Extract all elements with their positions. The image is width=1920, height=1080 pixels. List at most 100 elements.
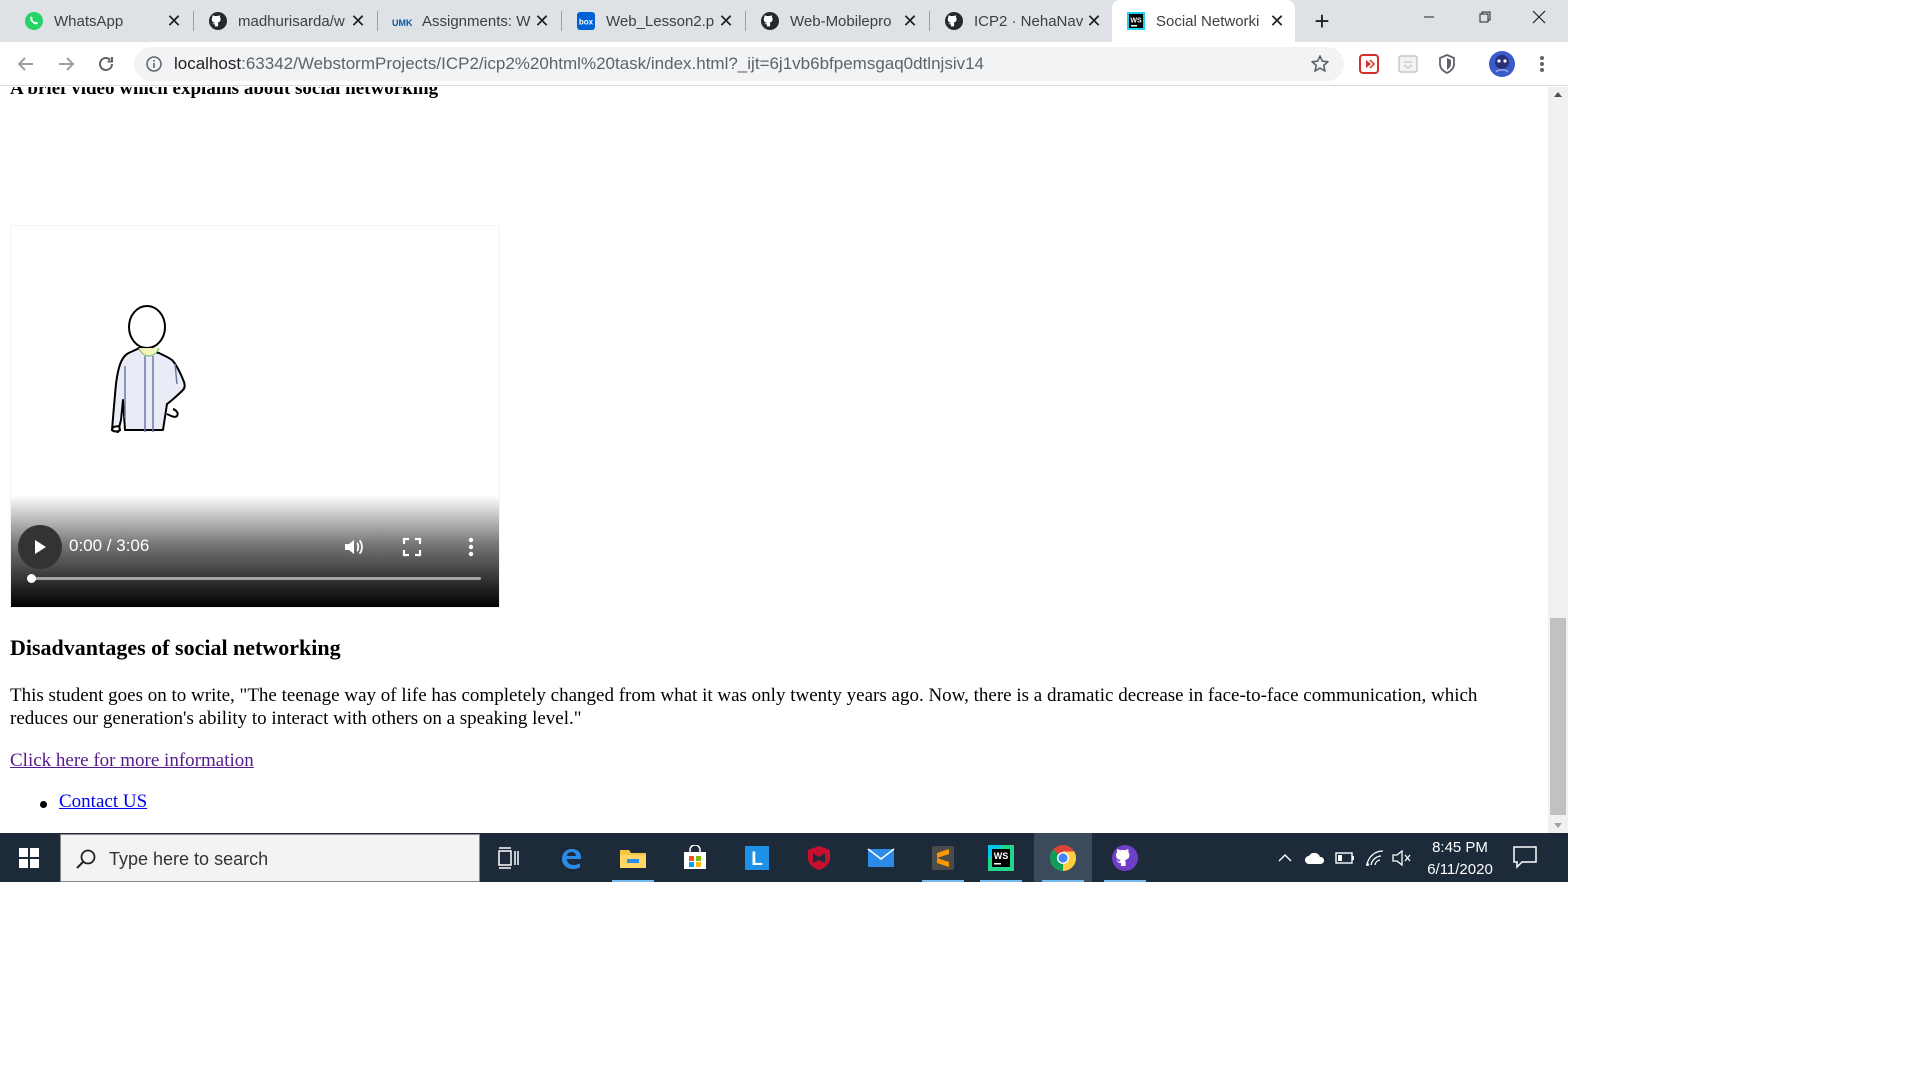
browser-toolbar: localhost:63342/WebstormProjects/ICP2/ic… (0, 42, 1568, 86)
tab-title: Social Networki (1156, 12, 1260, 30)
taskbar-clock[interactable]: 8:45 PM 6/11/2020 (1416, 837, 1504, 881)
reload-icon (99, 57, 113, 71)
more-information-link[interactable]: Click here for more information (10, 750, 254, 772)
contact-us-link[interactable]: Contact US (59, 791, 147, 813)
fullscreen-icon[interactable] (402, 537, 422, 557)
clock-time: 8:45 PM (1432, 839, 1488, 856)
tab-title: Web-Mobilepro (790, 12, 892, 30)
minimize-button[interactable] (1402, 0, 1456, 34)
url-host: localhost (174, 54, 242, 73)
taskbar-mcafee[interactable] (790, 833, 848, 882)
task-view-button[interactable] (480, 833, 538, 882)
tray-overflow-button[interactable] (1274, 833, 1296, 882)
play-button[interactable] (18, 525, 62, 569)
chrome-menu-button[interactable] (1530, 52, 1554, 76)
taskbar-chrome[interactable] (1034, 833, 1092, 882)
close-icon[interactable]: ✕ (164, 11, 184, 31)
new-tab-button[interactable]: + (1308, 8, 1336, 36)
tab-whatsapp[interactable]: WhatsApp ✕ (10, 0, 192, 42)
tab-assignments[interactable]: UMKC Assignments: W ✕ (378, 0, 560, 42)
tab-web-mobilepro[interactable]: Web-Mobilepro ✕ (746, 0, 928, 42)
close-icon[interactable]: ✕ (532, 11, 552, 31)
webstorm-icon: WS (988, 844, 1014, 871)
disadvantages-heading: Disadvantages of social networking (10, 635, 341, 660)
reload-button[interactable] (92, 50, 120, 78)
taskbar-store[interactable] (666, 833, 724, 882)
url-text[interactable]: localhost:63342/WebstormProjects/ICP2/ic… (174, 54, 984, 74)
video-time: 0:00 / 3:06 (69, 536, 150, 555)
taskbar-edge[interactable] (542, 833, 600, 882)
battery-icon (1335, 851, 1354, 864)
close-icon[interactable]: ✕ (1084, 11, 1104, 31)
extension-record-icon[interactable] (1357, 52, 1381, 76)
tray-battery[interactable] (1332, 833, 1358, 882)
notification-icon[interactable] (1512, 845, 1538, 869)
volume-icon[interactable] (343, 536, 365, 558)
forward-button[interactable] (52, 50, 80, 78)
taskbar-l-app[interactable]: L (728, 833, 786, 882)
tab-icp2[interactable]: ICP2 · NehaNav ✕ (930, 0, 1112, 42)
taskbar-mail[interactable] (852, 833, 910, 882)
tray-onedrive[interactable] (1302, 833, 1328, 882)
restore-button[interactable] (1458, 0, 1512, 34)
chrome-icon (1049, 844, 1077, 871)
extension-shield-icon[interactable] (1435, 52, 1459, 76)
mail-icon (867, 847, 895, 867)
whatsapp-icon (24, 11, 44, 31)
tab-social-networking[interactable]: WS Social Networki ✕ (1112, 0, 1295, 42)
video-player[interactable]: 0:00 / 3:06 (10, 225, 500, 608)
page-scrollbar[interactable] (1548, 87, 1568, 833)
url-path: :63342/WebstormProjects/ICP2/icp2%20html… (241, 54, 985, 73)
page-viewport: A brief video which explains about socia… (0, 87, 1548, 833)
tab-title: Web_Lesson2.p (606, 12, 715, 30)
restore-icon (1479, 11, 1491, 23)
star-icon[interactable] (1310, 54, 1330, 74)
windows-icon (19, 847, 39, 868)
github-icon (944, 11, 964, 31)
tab-strip: WhatsApp ✕ madhurisarda/w ✕ UMKC Assignm… (0, 0, 1568, 42)
extension-box-icon[interactable] (1396, 52, 1420, 76)
taskbar-github-desktop[interactable] (1096, 833, 1154, 882)
video-controls: 0:00 / 3:06 (11, 495, 499, 607)
back-button[interactable] (12, 50, 40, 78)
close-window-button[interactable] (1512, 0, 1566, 34)
webstorm-icon: WS (1126, 11, 1146, 31)
close-icon[interactable]: ✕ (716, 11, 736, 31)
video-progress-knob[interactable] (27, 574, 36, 583)
video-poster-figure (110, 305, 186, 433)
webstorm-logo-text: WS (1130, 18, 1142, 25)
umkc-icon: UMKC (392, 11, 412, 31)
github-icon (208, 11, 228, 31)
l-app-label: L (751, 849, 763, 870)
info-icon[interactable] (146, 56, 162, 72)
close-icon[interactable]: ✕ (1267, 11, 1287, 31)
tab-web-lesson2[interactable]: box Web_Lesson2.p ✕ (562, 0, 744, 42)
close-icon[interactable]: ✕ (348, 11, 368, 31)
tab-title: ICP2 · NehaNav (974, 12, 1084, 30)
folder-icon (620, 849, 646, 868)
store-icon (684, 844, 706, 869)
l-app-icon: L (745, 845, 769, 870)
windows-taskbar: Type here to search L WS 8:45 PM 6/11/20… (0, 833, 1568, 882)
arrow-left-icon (17, 57, 33, 71)
taskbar-sublime[interactable] (914, 833, 972, 882)
scrollbar-thumb[interactable] (1550, 618, 1566, 815)
tab-title: madhurisarda/w (238, 12, 345, 30)
video-progress-bar[interactable] (27, 574, 481, 583)
wifi-icon (1366, 849, 1384, 866)
start-button[interactable] (0, 833, 58, 882)
more-vertical-icon[interactable] (463, 535, 479, 559)
tab-github-madhurisarda[interactable]: madhurisarda/w ✕ (194, 0, 376, 42)
close-icon[interactable]: ✕ (900, 11, 920, 31)
address-bar[interactable]: localhost:63342/WebstormProjects/ICP2/ic… (134, 47, 1344, 81)
taskbar-webstorm[interactable]: WS (972, 833, 1030, 882)
box-icon: box (576, 11, 596, 31)
taskbar-file-explorer[interactable] (604, 833, 662, 882)
tray-network[interactable] (1362, 833, 1388, 882)
tray-volume[interactable] (1390, 833, 1414, 882)
taskbar-search-box[interactable]: Type here to search (60, 834, 480, 882)
play-icon (35, 540, 46, 554)
scroll-up-icon[interactable] (1554, 92, 1562, 97)
profile-avatar[interactable] (1488, 50, 1516, 78)
scroll-down-icon[interactable] (1554, 823, 1562, 828)
